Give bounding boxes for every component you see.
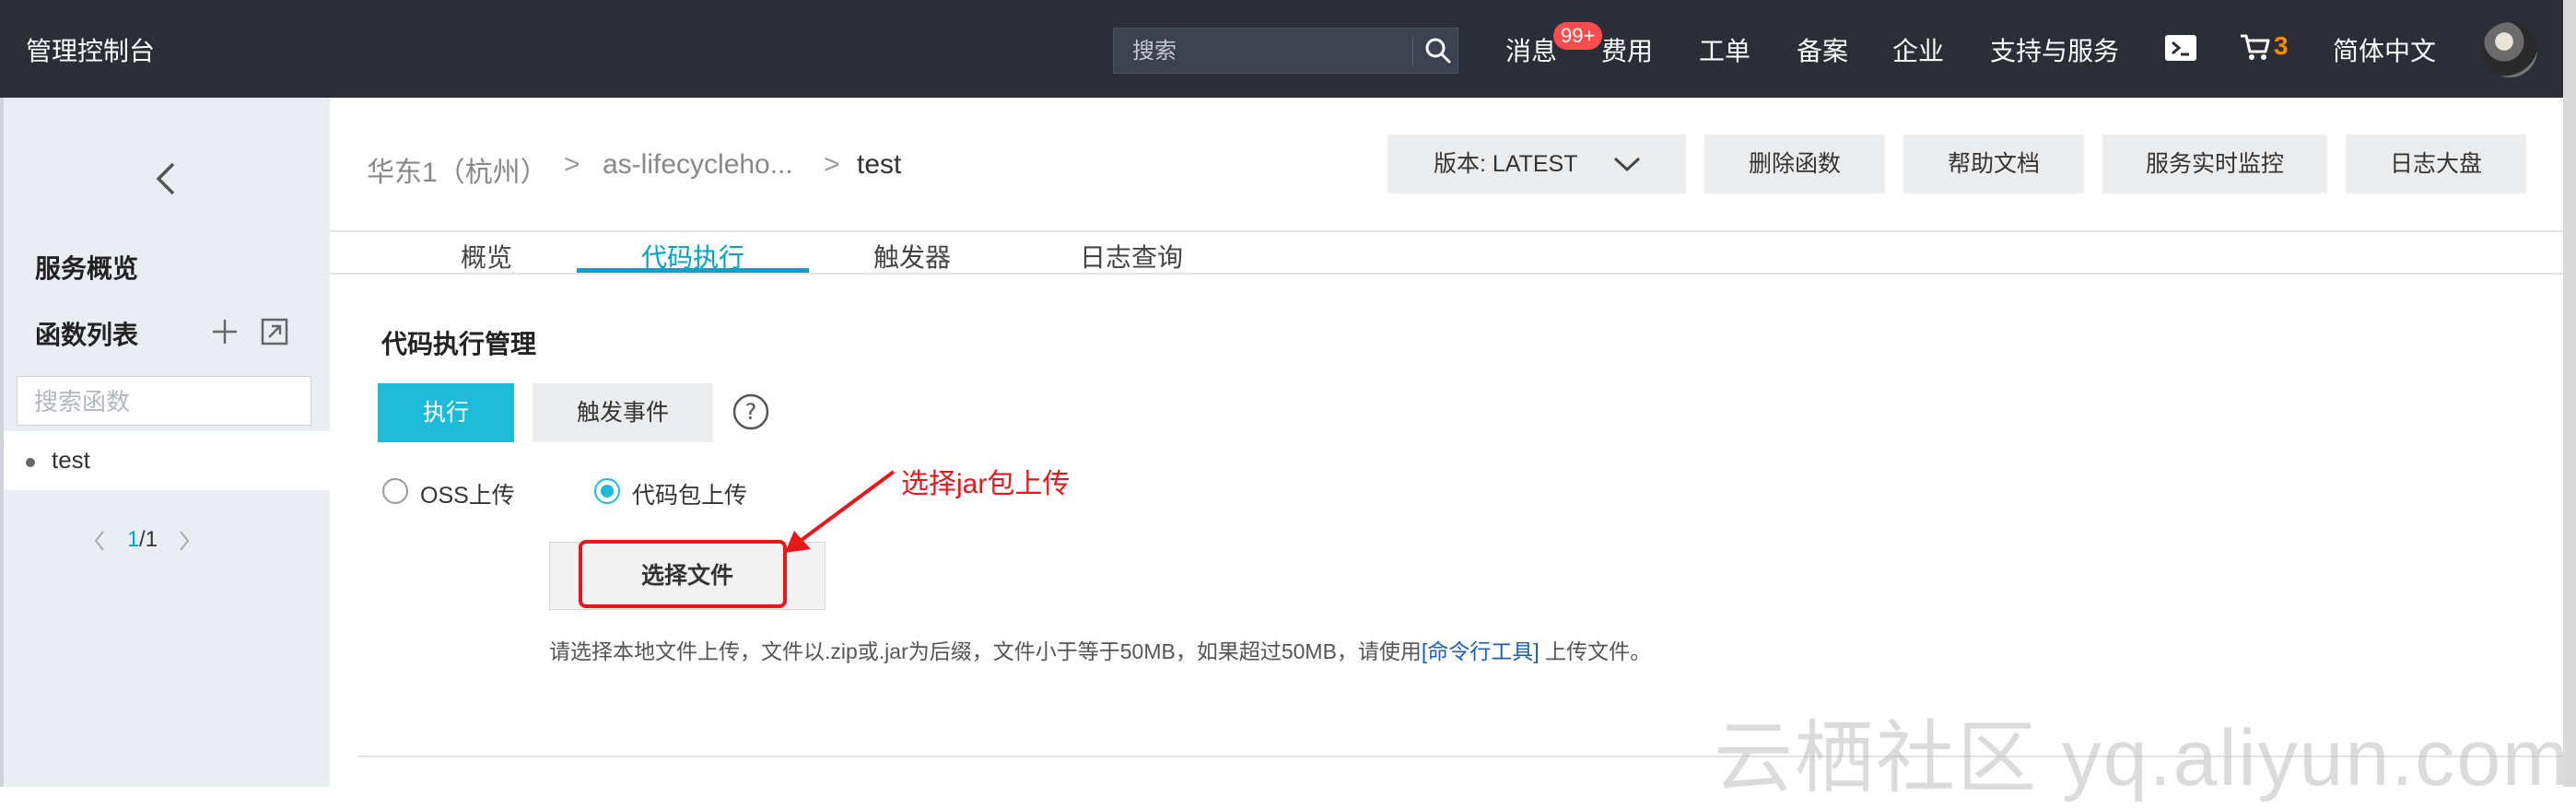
nav-messages[interactable]: 消息 bbox=[1505, 31, 1557, 68]
tab-triggers[interactable]: 触发器 bbox=[873, 238, 951, 275]
section-title: 代码执行管理 bbox=[381, 330, 537, 358]
pager-total: /1 bbox=[139, 527, 158, 552]
cli-tool-link[interactable]: [命令行工具] bbox=[1422, 639, 1540, 663]
page-scrollbar[interactable] bbox=[2563, 0, 2576, 787]
annotation-text: 选择jar包上传 bbox=[901, 469, 1071, 499]
log-dashboard-button[interactable]: 日志大盘 bbox=[2346, 135, 2526, 193]
nav-support[interactable]: 支持与服务 bbox=[1990, 31, 2119, 68]
radio-package-upload-label[interactable]: 代码包上传 bbox=[632, 477, 747, 510]
global-search[interactable] bbox=[1113, 28, 1458, 74]
user-avatar[interactable] bbox=[2482, 22, 2537, 77]
tab-overview[interactable]: 概览 bbox=[461, 238, 512, 275]
nav-tickets[interactable]: 工单 bbox=[1699, 31, 1751, 68]
svg-text:?: ? bbox=[745, 399, 757, 425]
radio-oss-upload[interactable] bbox=[381, 477, 409, 505]
function-search-input[interactable] bbox=[32, 386, 303, 417]
upload-hint-text: 请选择本地文件上传，文件以.zip或.jar为后缀，文件小于等于50MB，如果超… bbox=[549, 639, 1422, 663]
chevron-down-icon bbox=[1613, 157, 1641, 172]
top-navigation-bar: 管理控制台 消息 99+ 费用 工单 备案 企业 支持与服务 3 简体中文 bbox=[0, 0, 2576, 98]
global-search-input[interactable] bbox=[1130, 36, 1401, 67]
service-overview-link[interactable]: 服务概览 bbox=[35, 249, 138, 286]
nav-billing[interactable]: 费用 bbox=[1601, 31, 1653, 68]
help-docs-button[interactable]: 帮助文档 bbox=[1903, 135, 2084, 193]
search-icon[interactable] bbox=[1422, 34, 1455, 67]
function-list-heading: 函数列表 bbox=[35, 321, 139, 349]
console-brand[interactable]: 管理控制台 bbox=[26, 31, 155, 68]
delete-function-button[interactable]: 删除函数 bbox=[1704, 135, 1885, 193]
function-list-item[interactable]: test bbox=[0, 431, 330, 490]
chevron-right-icon[interactable] bbox=[177, 529, 192, 553]
terminal-icon[interactable] bbox=[2165, 35, 2196, 61]
version-select-label: 版本: LATEST bbox=[1434, 151, 1578, 177]
header-divider bbox=[330, 230, 2563, 232]
bullet-icon bbox=[26, 458, 35, 467]
breadcrumb-separator: > bbox=[564, 149, 580, 180]
sidebar-pager: 1 /1 bbox=[92, 523, 203, 560]
search-divider bbox=[1412, 36, 1413, 67]
breadcrumb-region[interactable]: 华东1（杭州） bbox=[367, 149, 548, 190]
upload-hint: 请选择本地文件上传，文件以.zip或.jar为后缀，文件小于等于50MB，如果超… bbox=[549, 634, 1651, 665]
chevron-left-icon[interactable] bbox=[147, 151, 184, 206]
upload-hint-suffix: 上传文件。 bbox=[1539, 639, 1652, 663]
watermark: 云栖社区 yq.aliyun.com bbox=[1714, 714, 2570, 802]
left-sidebar: 服务概览 函数列表 test 1 /1 bbox=[0, 98, 330, 787]
chevron-left-icon[interactable] bbox=[92, 529, 107, 553]
radio-package-upload[interactable] bbox=[593, 477, 621, 505]
cart-count: 3 bbox=[2274, 31, 2289, 60]
realtime-monitor-button[interactable]: 服务实时监控 bbox=[2102, 135, 2327, 193]
trigger-event-button[interactable]: 触发事件 bbox=[533, 383, 713, 442]
execute-button[interactable]: 执行 bbox=[378, 383, 514, 442]
radio-oss-upload-label[interactable]: OSS上传 bbox=[420, 477, 515, 510]
messages-badge: 99+ bbox=[1553, 22, 1603, 50]
function-item-label: test bbox=[52, 446, 90, 474]
nav-icp[interactable]: 备案 bbox=[1797, 31, 1848, 68]
breadcrumb-service[interactable]: as-lifecycleho... bbox=[603, 149, 793, 181]
help-icon[interactable]: ? bbox=[732, 392, 770, 431]
tab-log-query[interactable]: 日志查询 bbox=[1080, 238, 1183, 275]
function-search[interactable] bbox=[17, 376, 311, 426]
annotation-highlight-box bbox=[579, 540, 787, 608]
breadcrumb-separator: > bbox=[824, 149, 840, 180]
external-link-icon[interactable] bbox=[260, 317, 289, 346]
language-switch[interactable]: 简体中文 bbox=[2333, 31, 2436, 68]
breadcrumb-function: test bbox=[857, 149, 902, 180]
plus-icon[interactable] bbox=[210, 317, 240, 346]
sidebar-edge bbox=[0, 98, 4, 787]
tabs-divider bbox=[330, 273, 2563, 275]
cart-icon bbox=[2241, 34, 2270, 60]
nav-enterprise[interactable]: 企业 bbox=[1892, 31, 1944, 68]
version-select[interactable]: 版本: LATEST bbox=[1388, 135, 1686, 193]
annotation-arrow-icon bbox=[785, 470, 896, 553]
pager-current: 1 bbox=[127, 527, 140, 552]
